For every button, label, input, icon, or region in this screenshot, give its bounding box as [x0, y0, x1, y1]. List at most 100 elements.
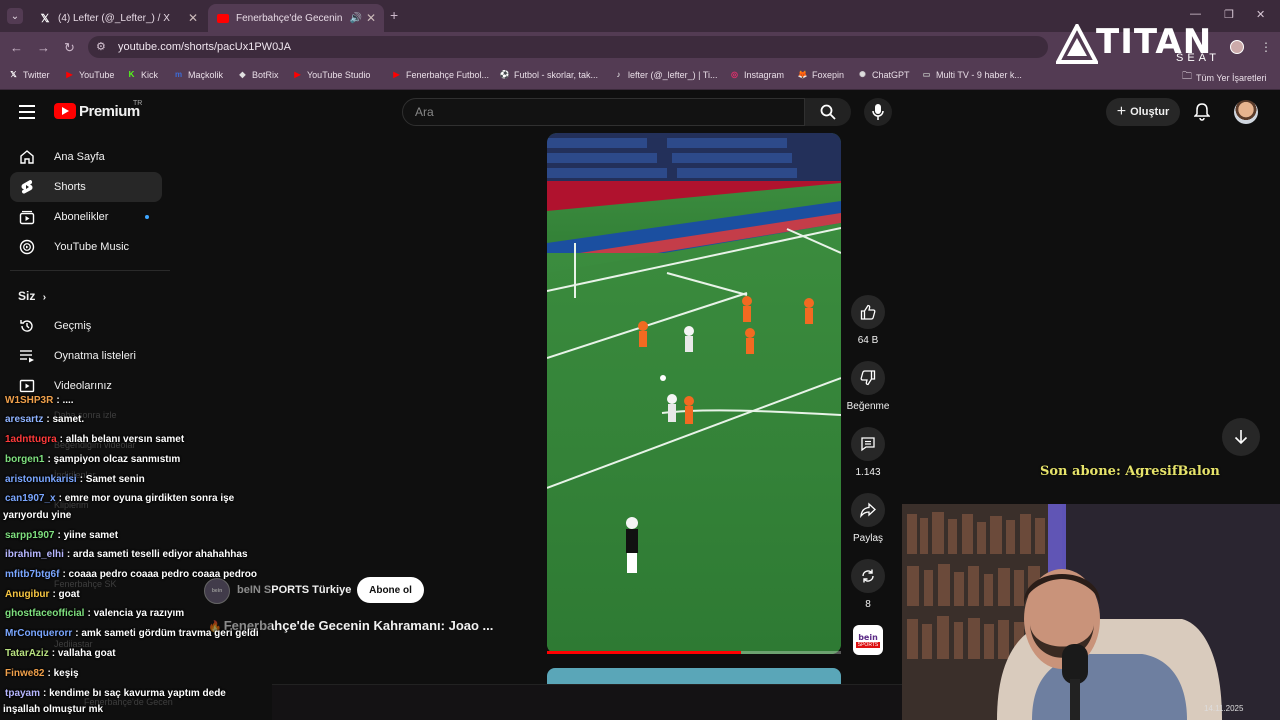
search-input[interactable] — [402, 98, 805, 126]
bookmark-item[interactable]: K Kick — [126, 69, 158, 80]
chat-text: : samet. — [46, 414, 85, 425]
bookmark-item[interactable]: ◎ Instagram — [729, 69, 784, 80]
bookmark-item[interactable]: ▶ Fenerbahçe Futbol... — [391, 69, 489, 80]
thumbs-down-icon — [860, 370, 876, 386]
share-label: Paylaş — [852, 533, 883, 544]
sidebar-item-history[interactable]: Geçmiş — [10, 311, 162, 341]
speaker-icon[interactable]: 🔊 — [350, 13, 362, 24]
close-tab-icon[interactable]: ✕ — [366, 11, 376, 25]
bookmark-item[interactable]: 𝕏 Twitter — [8, 69, 49, 80]
notifications-bell-icon[interactable] — [1194, 103, 1210, 121]
short-video-player[interactable] — [547, 133, 841, 654]
close-tab-icon[interactable]: ✕ — [188, 11, 198, 25]
bookmark-label: Kick — [141, 69, 159, 80]
bookmark-item[interactable]: ♪ lefter (@_lefter_) | Ti... — [613, 69, 718, 80]
bein-sports-sound-thumbnail[interactable]: bein SPORTS — [853, 625, 883, 655]
bookmark-favicon-icon: ⚽ — [499, 70, 510, 79]
sidebar-item-home[interactable]: Ana Sayfa — [10, 142, 162, 172]
chat-text: : arda sameti teselli ediyor ahahahhas — [66, 549, 248, 560]
new-tab-icon[interactable]: + — [390, 7, 398, 23]
chat-message: Finwe82: keşiş — [5, 668, 79, 679]
profile-avatar[interactable] — [1230, 40, 1244, 54]
bookmark-item[interactable]: ▭ Multi TV - 9 haber k... — [921, 69, 1022, 80]
bookmark-label: Multi TV - 9 haber k... — [936, 69, 1022, 80]
folder-icon: 🗀 — [1182, 71, 1192, 82]
bookmark-label: ChatGPT — [872, 69, 910, 80]
more-menu-icon[interactable]: ⋮ — [1260, 40, 1272, 54]
site-info-icon[interactable]: ⚙ — [96, 40, 106, 53]
bookmark-item[interactable]: ✺ ChatGPT — [857, 69, 910, 80]
video-progress-fill — [547, 651, 742, 654]
reload-icon[interactable]: ↻ — [64, 40, 75, 56]
chat-message: TatarAziz: vallaha goat — [5, 648, 116, 659]
sidebar-you-heading[interactable]: Siz › — [18, 289, 46, 303]
chat-username: can1907_x — [5, 493, 56, 504]
forward-icon[interactable]: → — [37, 40, 50, 55]
tab-x-lefter[interactable]: 𝕏 (4) Lefter (@_Lefter_) / X ✕ — [30, 4, 206, 32]
create-button[interactable]: + Oluştur — [1106, 98, 1180, 126]
maximize-icon[interactable]: ❐ — [1224, 8, 1234, 21]
bookmark-favicon-icon: K — [128, 70, 135, 79]
chat-username: mfitb7btg6f — [5, 569, 60, 580]
bookmark-item[interactable]: ◆ BotRix — [237, 69, 279, 80]
sidebar-item-shorts[interactable]: Shorts — [10, 172, 162, 202]
bookmark-item[interactable]: m Maçkolik — [173, 69, 223, 80]
bookmark-label: lefter (@_lefter_) | Ti... — [628, 69, 718, 80]
share-button[interactable] — [851, 493, 885, 527]
sidebar-item-subscriptions[interactable]: Abonelikler — [10, 202, 162, 232]
chat-message: 1adnttugra: allah belanı versın samet — [5, 434, 184, 445]
bookmark-item[interactable]: ⚽ Futbol - skorlar, tak... — [499, 69, 599, 80]
voice-search-button[interactable] — [864, 98, 892, 126]
comment-icon — [861, 437, 875, 452]
bookmark-item[interactable]: 🦊 Foxepin — [797, 69, 845, 80]
x-logo-icon: 𝕏 — [40, 12, 50, 25]
titan-seat-logo: TITAN SEAT — [1056, 22, 1226, 68]
bookmark-favicon-icon: ▶ — [294, 70, 301, 79]
bookmark-label: BotRix — [252, 69, 279, 80]
chat-username: tpayam — [5, 688, 41, 699]
minimize-icon[interactable]: — — [1190, 8, 1201, 20]
bookmark-favicon-icon: ▶ — [66, 70, 73, 79]
tab-youtube-short[interactable]: Fenerbahçe'de Gecenin 🔊 ✕ — [208, 4, 384, 32]
chat-message: aresartz: samet. — [5, 414, 84, 425]
youtube-logo-icon — [216, 11, 230, 25]
subscribe-button[interactable]: Abone ol — [357, 577, 424, 603]
chat-username: Finwe82 — [5, 668, 45, 679]
bookmark-item[interactable]: ▶ YouTube — [64, 69, 114, 80]
url-text[interactable]: youtube.com/shorts/pacUx1PW0JA — [118, 41, 291, 53]
account-avatar[interactable] — [1234, 100, 1258, 124]
chat-message: ibrahim_elhi: arda sameti teselli ediyor… — [5, 549, 248, 560]
remix-count: 8 — [865, 599, 871, 610]
search-button[interactable] — [805, 98, 851, 126]
chat-username: TatarAziz — [5, 648, 49, 659]
chat-text: : allah belanı versın samet — [59, 434, 185, 445]
share-icon — [860, 502, 876, 518]
chat-username: W1SHP3R — [5, 395, 54, 406]
chat-text: : şampiyon olcaz sanmıstım — [47, 454, 181, 465]
bookmark-label: YouTube Studio — [307, 69, 371, 80]
plus-icon: + — [1116, 103, 1127, 120]
tab-search-chevron-icon[interactable]: ⌄ — [7, 8, 23, 24]
all-bookmarks[interactable]: 🗀 Tüm Yer İşaretleri — [1182, 69, 1267, 86]
next-short-preview[interactable] — [547, 668, 841, 684]
dislike-button[interactable] — [851, 361, 885, 395]
hamburger-menu-icon[interactable] — [19, 105, 35, 119]
last-subscriber-label: Son abone: AgresifBalon — [1040, 464, 1220, 479]
bookmark-favicon-icon: 🦊 — [797, 70, 808, 79]
sidebar-item-youtube-music[interactable]: YouTube Music — [10, 232, 162, 262]
like-button[interactable] — [851, 295, 885, 329]
next-short-button[interactable] — [1222, 418, 1260, 456]
youtube-logo-icon[interactable] — [54, 103, 76, 119]
chat-text: : amk sameti gördüm travma geri geldi — [75, 628, 259, 639]
bookmark-item[interactable]: ▶ YouTube Studio — [292, 69, 370, 80]
sidebar-item-playlists[interactable]: Oynatma listeleri — [10, 341, 162, 371]
close-window-icon[interactable]: ✕ — [1256, 8, 1265, 21]
youtube-premium-brand[interactable]: Premium — [79, 103, 140, 120]
chat-text: yarıyordu yine — [3, 510, 72, 521]
chat-username: aristonunkarisi — [5, 474, 77, 485]
remix-button[interactable] — [851, 559, 885, 593]
back-icon[interactable]: ← — [10, 40, 23, 55]
remix-icon — [862, 569, 874, 583]
comments-button[interactable] — [851, 427, 885, 461]
dislike-label: Beğenme — [846, 401, 890, 412]
